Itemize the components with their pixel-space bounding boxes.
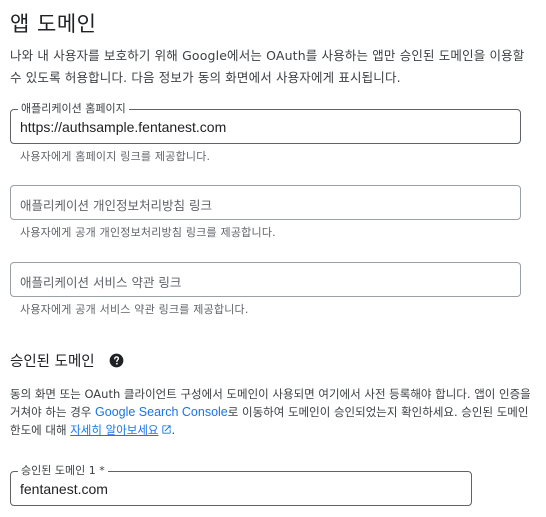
google-search-console-link[interactable]: Google Search Console — [95, 405, 228, 419]
desc-text-3: . — [171, 423, 176, 437]
homepage-value[interactable]: https://authsample.fentanest.com — [20, 119, 226, 135]
authorized-domain-1-value[interactable]: fentanest.com — [20, 481, 108, 497]
learn-more-text: 자세히 알아보세요 — [70, 423, 159, 437]
privacy-policy-placeholder: 애플리케이션 개인정보처리방침 링크 — [20, 198, 212, 213]
terms-of-service-helper: 사용자에게 공개 서비스 약관 링크를 제공합니다. — [20, 303, 249, 316]
authorized-domain-1-label: 승인된 도메인 1 * — [18, 464, 108, 478]
help-circle-icon[interactable] — [109, 353, 124, 368]
authorized-domains-title-text: 승인된 도메인 — [10, 354, 95, 370]
authorized-domains-description: 동의 화면 또는 OAuth 클라이언트 구성에서 도메인이 사용되면 여기에서… — [10, 385, 536, 439]
homepage-helper: 사용자에게 홈페이지 링크를 제공합니다. — [20, 150, 211, 163]
privacy-policy-field[interactable]: 애플리케이션 개인정보처리방침 링크 — [10, 185, 521, 220]
authorized-domains-title: 승인된 도메인 — [10, 350, 124, 371]
external-link-icon — [161, 422, 172, 434]
homepage-label: 애플리케이션 홈페이지 — [18, 102, 129, 116]
homepage-field[interactable]: 애플리케이션 홈페이지 https://authsample.fentanest… — [10, 102, 521, 144]
authorized-domain-1-field[interactable]: 승인된 도메인 1 * fentanest.com — [10, 464, 472, 506]
app-domain-intro: 나와 내 사용자를 보호하기 위해 Google에서는 OAuth를 사용하는 … — [10, 48, 525, 85]
terms-of-service-placeholder: 애플리케이션 서비스 약관 링크 — [20, 275, 182, 290]
app-domain-title: 앱 도메인 — [10, 12, 97, 36]
privacy-policy-helper: 사용자에게 공개 개인정보처리방침 링크를 제공합니다. — [20, 226, 276, 239]
learn-more-link[interactable]: 자세히 알아보세요 — [70, 423, 171, 437]
terms-of-service-field[interactable]: 애플리케이션 서비스 약관 링크 — [10, 262, 521, 297]
